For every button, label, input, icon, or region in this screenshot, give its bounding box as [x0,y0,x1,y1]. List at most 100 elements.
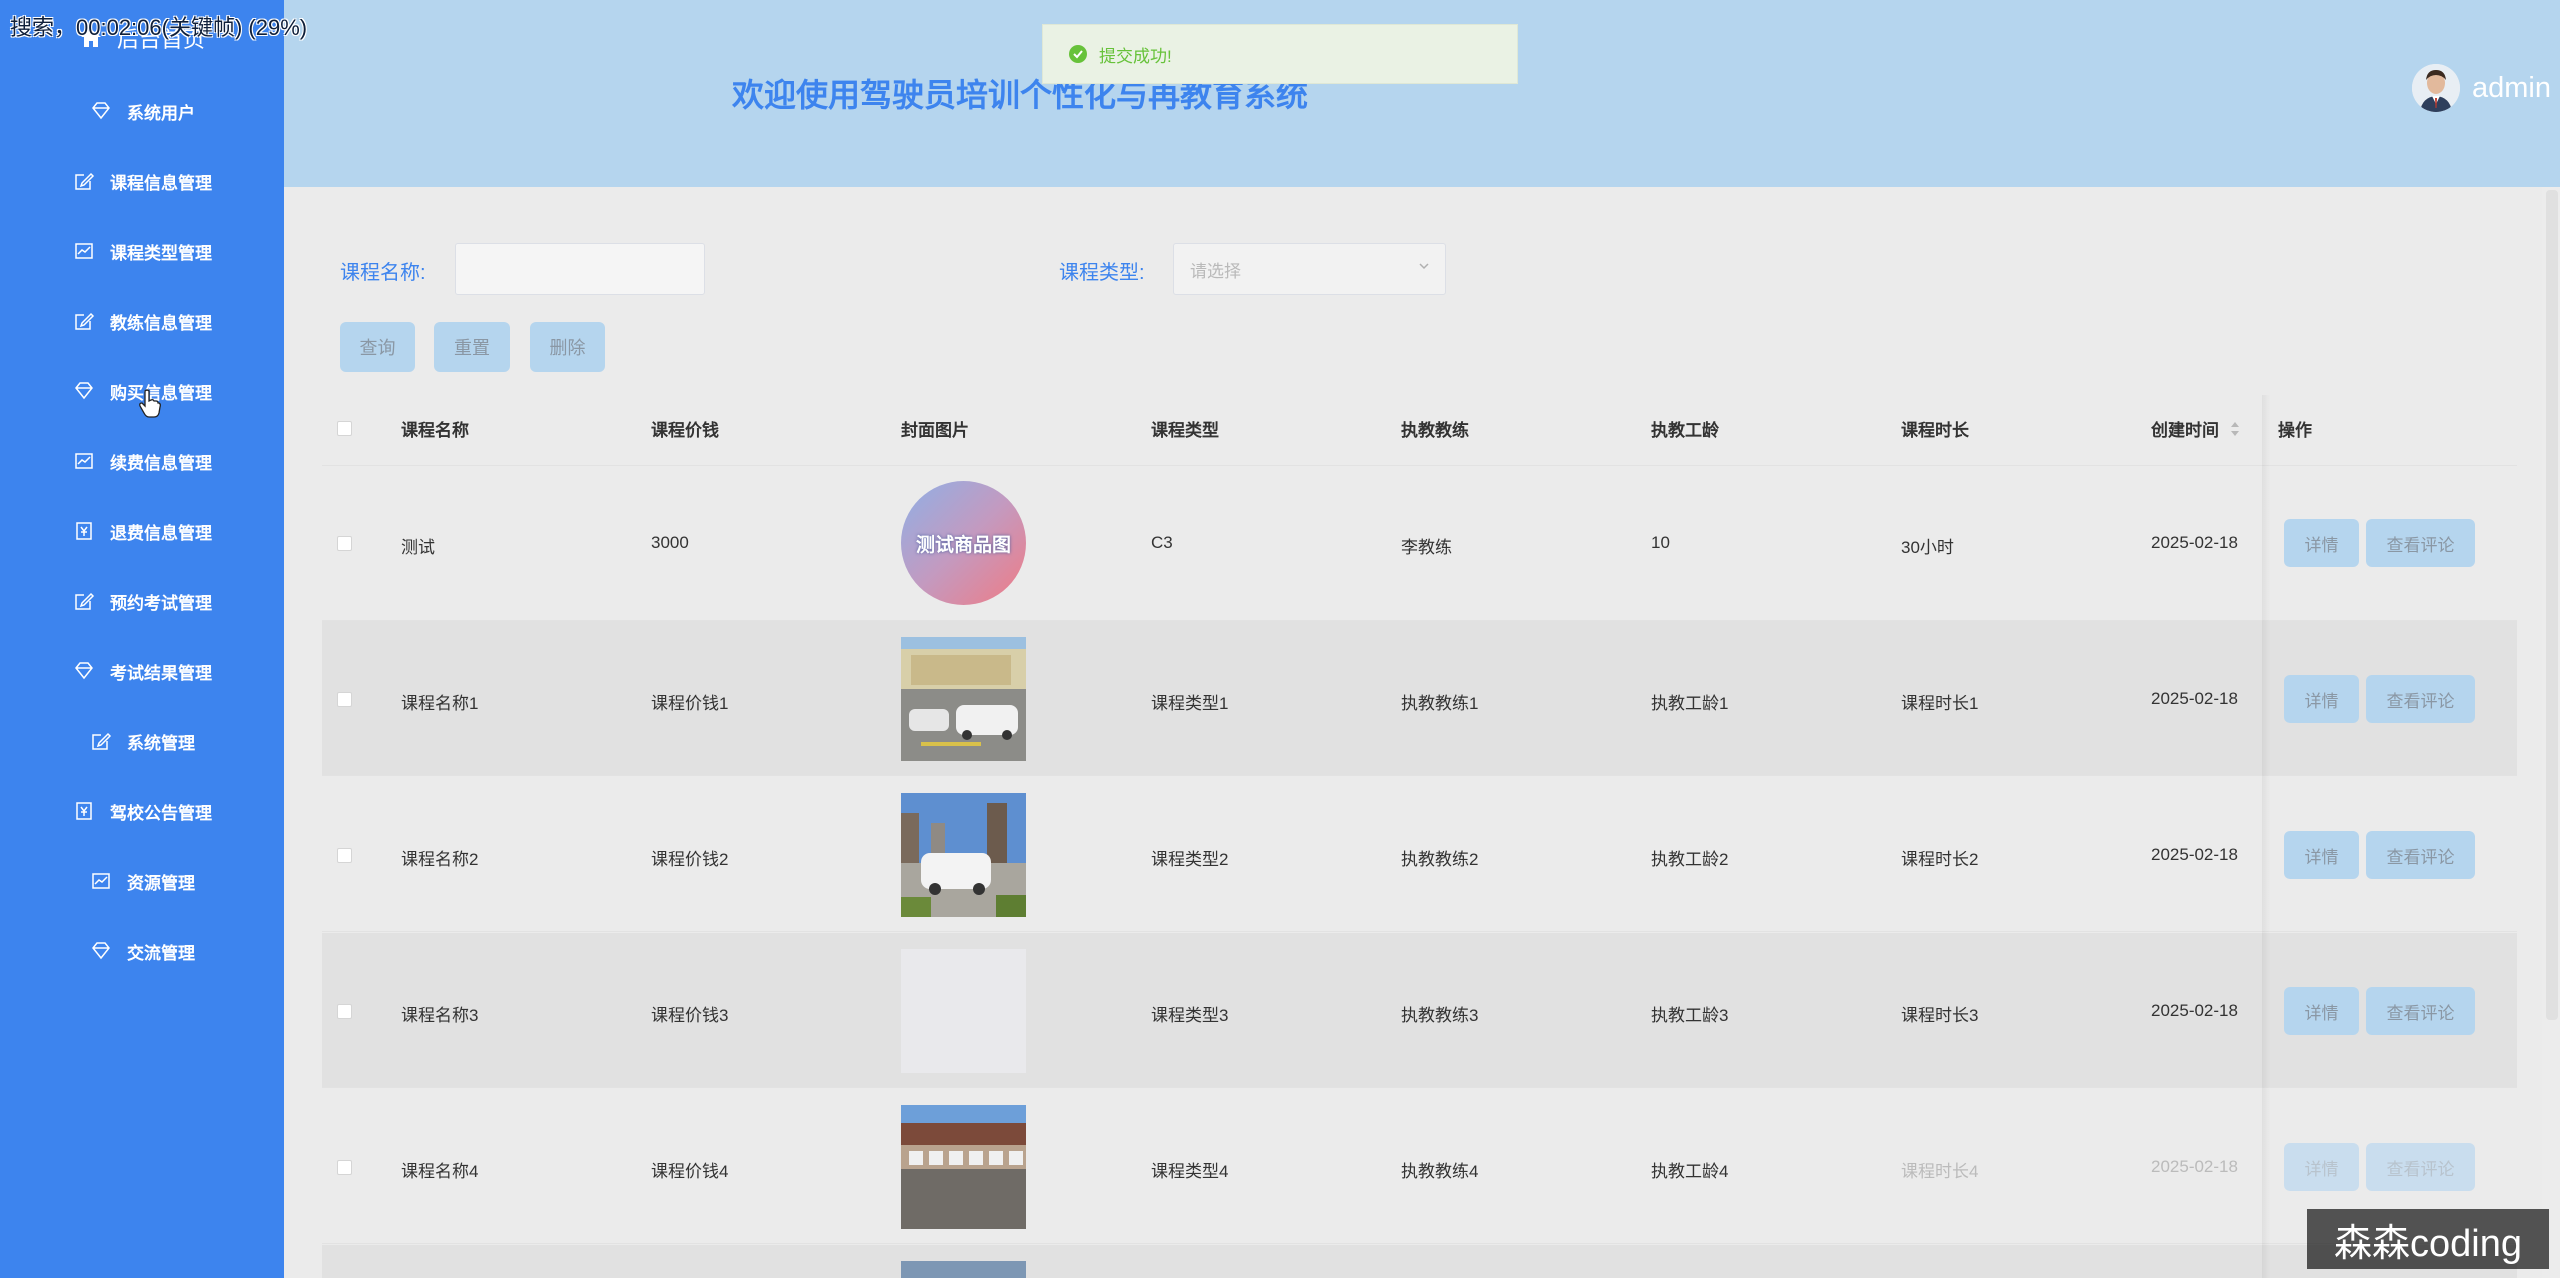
cell-type: 课程类型4 [1151,1162,1229,1181]
cover-image[interactable] [901,793,1026,917]
sort-icon[interactable] [2230,421,2240,442]
col-header-years: 执教工龄 [1651,421,1719,440]
view-comments-button[interactable]: 查看评论 [2366,831,2475,879]
sidebar-item-system-manage[interactable]: 系统管理 [0,721,284,761]
sidebar-item-label: 驾校公告管理 [110,803,212,823]
yen-icon [72,519,96,543]
cell-years: 10 [1651,533,1670,552]
detail-button[interactable]: 详情 [2284,831,2359,879]
sidebar: 后台首页 系统用户 课程信息管理 课程类型管理 教练信息管理 购买信息管理 续费… [0,0,284,1278]
diamond-icon [72,379,96,403]
cover-image[interactable] [901,637,1026,761]
username: admin [2472,71,2551,104]
edit-icon [72,309,96,333]
yen-icon [72,799,96,823]
sidebar-item-renewal-info[interactable]: 续费信息管理 [0,441,284,481]
cover-image[interactable]: 测试商品图 [901,481,1026,605]
col-header-created[interactable]: 创建时间 [2151,416,2240,442]
row-checkbox[interactable] [337,1160,352,1175]
sidebar-item-announcements[interactable]: 驾校公告管理 [0,791,284,831]
course-type-select[interactable]: 请选择 [1173,243,1446,295]
row-checkbox[interactable] [337,848,352,863]
cell-type: 课程类型3 [1151,1006,1229,1025]
cell-years: 执教工龄1 [1651,694,1729,713]
col-header-duration: 课程时长 [1901,421,1969,440]
hand-cursor-icon [138,389,162,424]
cover-image[interactable] [901,1261,1026,1278]
cover-image-text: 测试商品图 [915,534,1011,556]
chart-icon [89,869,113,893]
detail-button[interactable]: 详情 [2284,675,2359,723]
reset-button[interactable]: 重置 [434,322,510,372]
sidebar-item-label: 课程信息管理 [110,173,212,193]
cell-name: 课程名称1 [401,694,479,713]
col-header-type: 课程类型 [1151,421,1219,440]
cell-created: 2025-02-18 [2151,845,2238,864]
cell-years: 执教工龄4 [1651,1162,1729,1181]
detail-button[interactable]: 详情 [2284,987,2359,1035]
edit-icon [72,169,96,193]
fixed-column-shadow [2262,395,2270,1278]
avatar[interactable] [2412,64,2460,112]
sidebar-item-label: 资源管理 [127,873,195,893]
row-checkbox[interactable] [337,692,352,707]
view-comments-button[interactable]: 查看评论 [2366,519,2475,567]
chart-icon [72,239,96,263]
sidebar-item-refund-info[interactable]: 退费信息管理 [0,511,284,551]
row-checkbox[interactable] [337,1004,352,1019]
sidebar-item-exam-results[interactable]: 考试结果管理 [0,651,284,691]
cell-name: 课程名称2 [401,850,479,869]
cell-coach: 李教练 [1401,538,1452,557]
query-button[interactable]: 查询 [340,322,415,372]
cell-created: 2025-02-18 [2151,1001,2238,1020]
sidebar-item-resources[interactable]: 资源管理 [0,861,284,901]
success-toast: 提交成功! [1042,24,1518,84]
edit-icon [72,589,96,613]
cell-name: 课程名称3 [401,1006,479,1025]
sidebar-item-label: 续费信息管理 [110,453,212,473]
cell-coach: 执教教练3 [1401,1006,1479,1025]
row-checkbox[interactable] [337,536,352,551]
sidebar-item-label: 预约考试管理 [110,593,212,613]
cell-type: 课程类型2 [1151,850,1229,869]
delete-button[interactable]: 删除 [530,322,605,372]
col-header-created-label: 创建时间 [2151,421,2219,440]
view-comments-button[interactable]: 查看评论 [2366,1143,2475,1191]
sidebar-item-course-info[interactable]: 课程信息管理 [0,161,284,201]
detail-button[interactable]: 详情 [2284,519,2359,567]
select-placeholder: 请选择 [1190,261,1241,281]
edit-icon [89,729,113,753]
chevron-down-icon [1417,258,1431,278]
sidebar-item-exchange[interactable]: 交流管理 [0,931,284,971]
watermark: 森森coding [2307,1209,2549,1269]
cell-coach: 执教教练2 [1401,850,1479,869]
view-comments-button[interactable]: 查看评论 [2366,675,2475,723]
sidebar-item-coach-info[interactable]: 教练信息管理 [0,301,284,341]
cell-duration: 课程时长1 [1901,694,1979,713]
detail-button[interactable]: 详情 [2284,1143,2359,1191]
toast-message: 提交成功! [1099,46,1172,66]
cell-type: 课程类型1 [1151,694,1229,713]
course-name-input[interactable] [455,243,705,295]
scrollbar-thumb[interactable] [2546,190,2558,1020]
course-name-label: 课程名称: [340,262,426,284]
view-comments-button[interactable]: 查看评论 [2366,987,2475,1035]
col-header-price: 课程价钱 [651,421,719,440]
diamond-icon [89,939,113,963]
cell-duration: 30小时 [1901,538,1954,557]
cell-price: 课程价钱4 [651,1162,729,1181]
sidebar-item-label: 系统用户 [127,103,195,123]
cover-image[interactable] [901,1105,1026,1229]
col-header-coach: 执教教练 [1401,421,1469,440]
sidebar-item-course-type[interactable]: 课程类型管理 [0,231,284,271]
sidebar-item-exam-booking[interactable]: 预约考试管理 [0,581,284,621]
check-circle-icon [1069,45,1087,63]
cell-years: 执教工龄3 [1651,1006,1729,1025]
cover-image-placeholder[interactable] [901,949,1026,1073]
select-all-checkbox[interactable] [337,421,352,436]
timer-overlay: 搜索，00:02:06(关键帧) (29%) [10,15,308,40]
sidebar-item-system-users[interactable]: 系统用户 [0,91,284,131]
sidebar-item-label: 退费信息管理 [110,523,212,543]
user-menu[interactable]: admin [2412,64,2551,112]
cell-price: 3000 [651,533,689,552]
